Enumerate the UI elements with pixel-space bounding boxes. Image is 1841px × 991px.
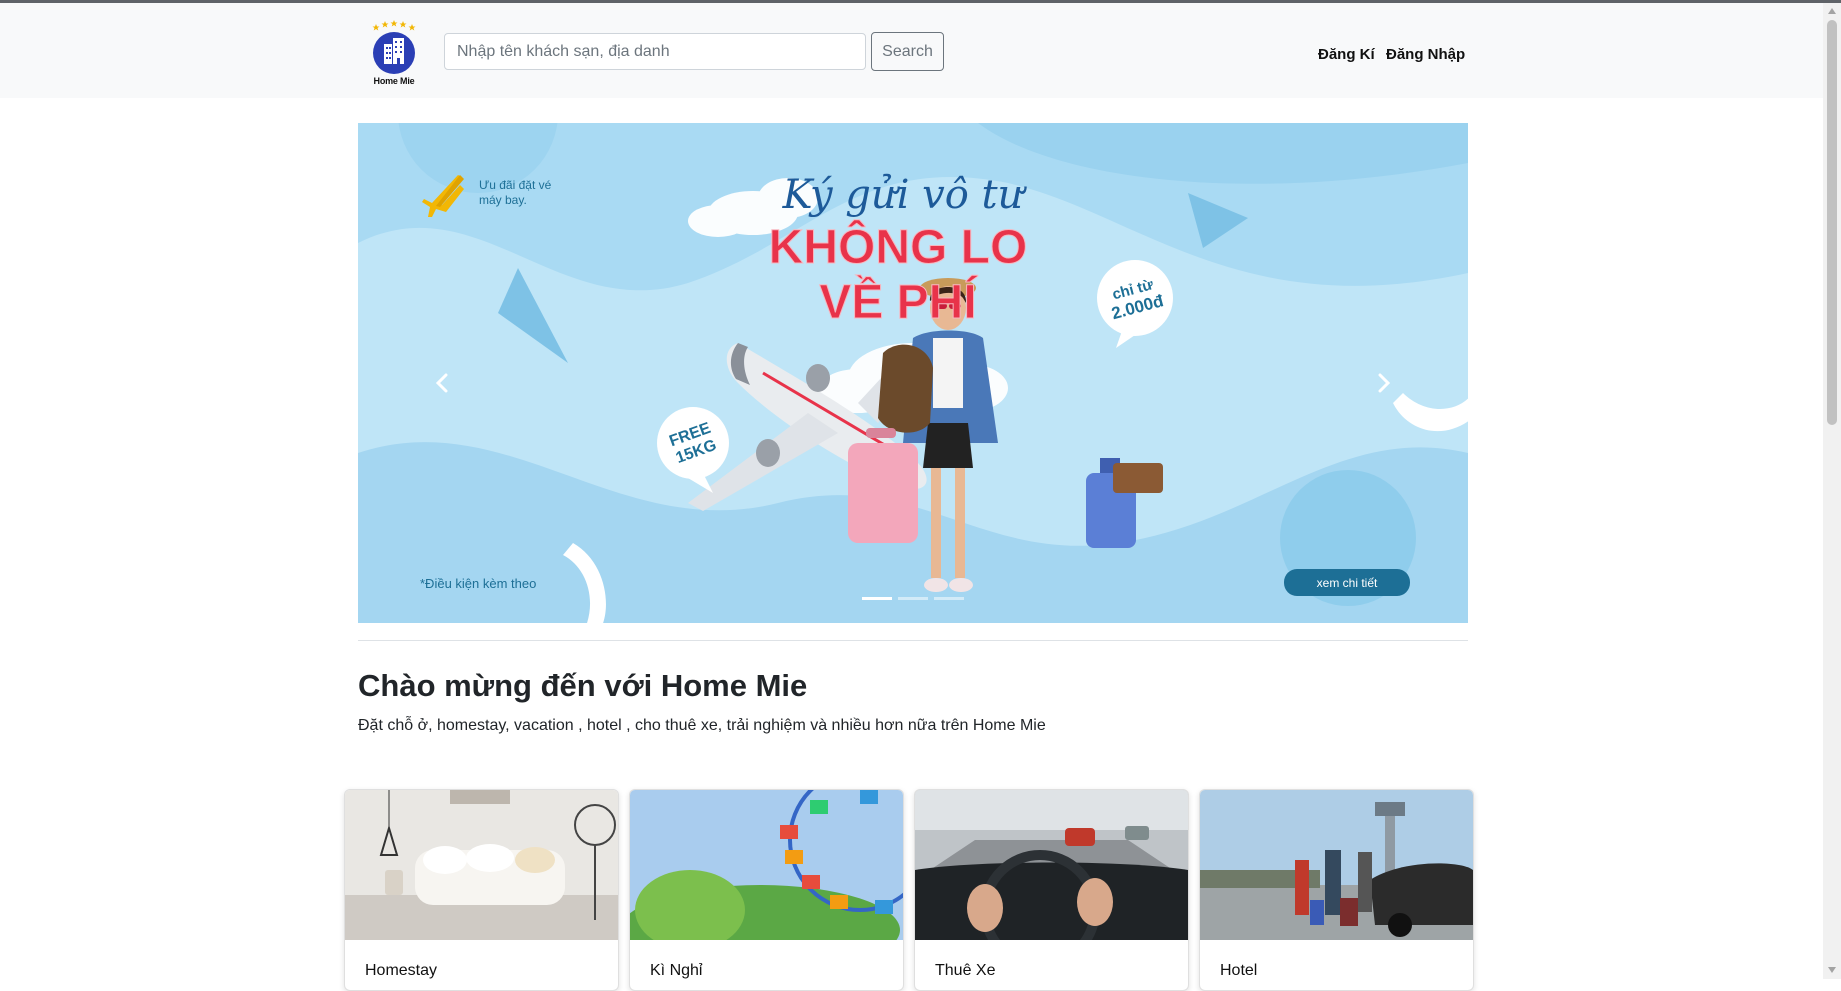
card-hotel[interactable]: Hotel bbox=[1199, 789, 1474, 991]
car-driving-image bbox=[915, 790, 1188, 940]
carousel-prev-button[interactable] bbox=[410, 353, 470, 413]
airport-taxi-image bbox=[1200, 790, 1473, 940]
carousel-indicator-2[interactable] bbox=[898, 597, 928, 600]
card-car-rental[interactable]: Thuê Xe bbox=[914, 789, 1189, 991]
script-headline: Ký gửi vô tư bbox=[782, 172, 1028, 218]
headline-line2: VỀ PHÍ bbox=[819, 275, 978, 329]
welcome-subtitle: Đặt chỗ ở, homestay, vacation , hotel , … bbox=[358, 717, 1046, 734]
scrollbar-thumb[interactable] bbox=[1827, 20, 1837, 425]
scroll-down-arrow-icon[interactable] bbox=[1827, 965, 1837, 975]
living-room-image bbox=[345, 790, 618, 940]
card-title: Thuê Xe bbox=[935, 962, 996, 979]
condition-note: *Điều kiện kèm theo bbox=[420, 576, 536, 591]
card-vacation[interactable]: Kì Nghỉ bbox=[629, 789, 904, 991]
register-link[interactable]: Đăng Kí bbox=[1318, 46, 1375, 63]
view-details-label: xem chi tiết bbox=[1317, 576, 1378, 590]
view-details-button[interactable]: xem chi tiết bbox=[1284, 569, 1410, 596]
card-title: Homestay bbox=[365, 962, 438, 979]
carousel-indicator-3[interactable] bbox=[934, 597, 964, 600]
chevron-left-icon bbox=[435, 373, 448, 393]
scroll-up-arrow-icon[interactable] bbox=[1827, 6, 1837, 16]
search-input[interactable] bbox=[444, 33, 866, 70]
navbar: Home Mie Search Đăng Kí Đăng Nhập bbox=[0, 3, 1823, 98]
promo-banner-art: Ưu đãi đặt vé máy bay. Ký gửi vô tư KHÔN… bbox=[358, 123, 1468, 623]
headline-line1: KHÔNG LO bbox=[769, 219, 1028, 274]
ferris-wheel-image bbox=[630, 790, 903, 940]
login-link[interactable]: Đăng Nhập bbox=[1386, 46, 1465, 63]
carousel-next-button[interactable] bbox=[1356, 353, 1416, 413]
carousel-indicator-1[interactable] bbox=[862, 597, 892, 600]
search-button[interactable]: Search bbox=[871, 32, 944, 71]
card-homestay[interactable]: Homestay bbox=[344, 789, 619, 991]
promo-carousel: Ưu đãi đặt vé máy bay. Ký gửi vô tư KHÔN… bbox=[358, 123, 1468, 623]
chevron-right-icon bbox=[1378, 373, 1391, 393]
page-scrollbar[interactable] bbox=[1823, 3, 1841, 979]
home-mie-logo[interactable]: Home Mie bbox=[368, 20, 420, 88]
hotel-building-icon bbox=[372, 20, 416, 74]
logo-text: Home Mie bbox=[373, 76, 415, 86]
card-title: Hotel bbox=[1220, 962, 1258, 979]
card-title: Kì Nghỉ bbox=[650, 962, 703, 979]
section-divider bbox=[358, 640, 1468, 641]
welcome-title: Chào mừng đến với Home Mie bbox=[358, 668, 808, 703]
